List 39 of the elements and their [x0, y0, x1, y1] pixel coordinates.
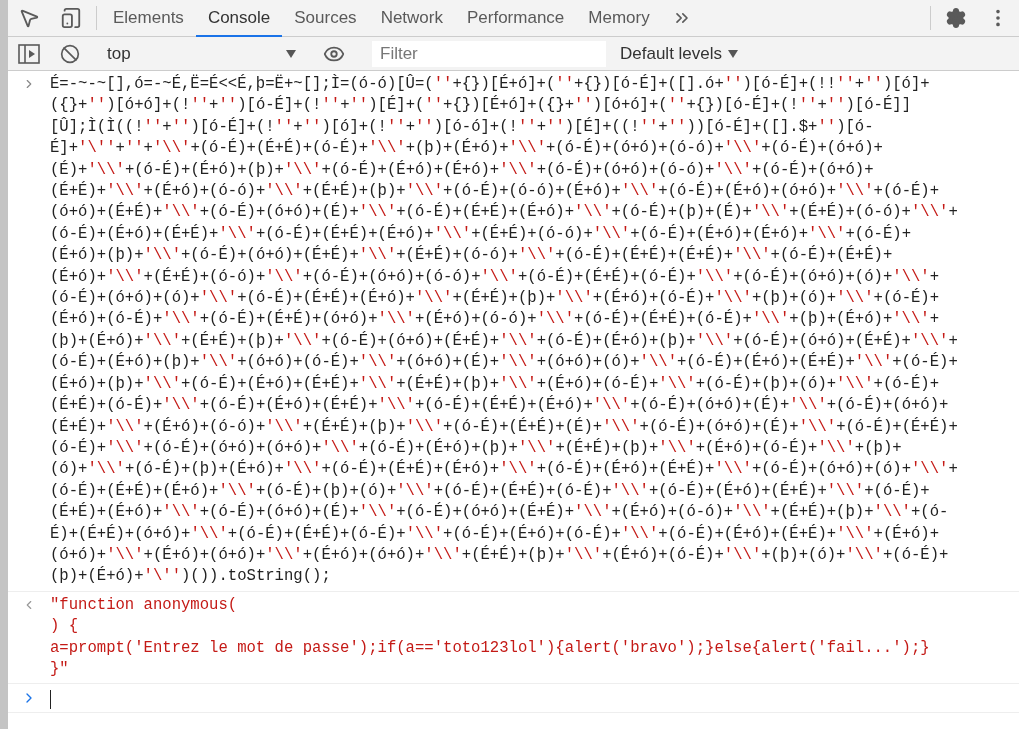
levels-dropdown[interactable]: Default levels: [614, 43, 745, 64]
panel-tab[interactable]: Elements: [101, 0, 196, 37]
text-cursor[interactable]: [50, 690, 51, 710]
code-line: (É+É)+'\\'+(É+ó)+(ó-ó)+'\\'+(É+É)+(þ)+'\\'+(ó-É)+(ó-ó)+(É+ó)+'\\'+(ó-É)+(É+ó)+(ó+ó)+'\\'+(ó-É)+: [50, 181, 941, 202]
code-line: (É)+'\\'+(ó-É)+(É+ó)+(þ)+'\\'+(ó-É)+(É+ó)+(É+ó)+'\\'+(ó-É)+(ó+ó)+(ó-ó)+'\\'+(ó-É)+(ó+ó)+: [50, 159, 875, 181]
filter-field[interactable]: Filter: [372, 40, 606, 67]
code-line: (É+É)+'\\'+(É+ó)+(ó-ó)+'\\'+(É+É)+(þ)+'\\'+(ó-É)+(É+É)+(É)+'\\'+(ó-É)+(ó+ó)+(É)+'\\'+(ó-É)+(É+É)+: [50, 416, 958, 438]
result-line: "function anonymous(: [50, 594, 239, 616]
code-line: (ó-É)+'\\'+(ó-É)+(ó+ó)+(ó+ó)+'\\'+(ó-É)+(É+ó)+(þ)+'\\'+(É+É)+(þ)+'\\'+(É+ó)+(ó-É)+'\\'+(þ)+: [50, 437, 903, 459]
result-line: ) {: [50, 616, 80, 638]
code-line: É]+'\''+''+'\\'+(ó-É)+(É+É)+(ó-É)+'\\'+(þ)+(É+ó)+'\\'+(ó-É)+(ó+ó)+(ó-ó)+'\\'+(ó-É)+(ó+ó)+: [50, 138, 884, 160]
code-line: (É+ó)+(ó-É)+'\\'+(ó-É)+(É+É)+(ó+ó)+'\\'+(É+ó)+(ó-ó)+'\\'+(ó-É)+(É+É)+(ó-É)+'\\'+(þ)+(É+ó)+'\\'+: [50, 309, 941, 331]
code-line: (ó-É)+(É+ó)+(É+É)+'\\'+(ó-É)+(É+É)+(É+ó)+'\\'+(É+É)+(ó-ó)+'\\'+(ó-É)+(É+ó)+(É+ó)+'\\'+(ó-É)+: [50, 223, 912, 245]
code-line: (É+É)+(ó-É)+'\\'+(ó-É)+(É+ó)+(É+É)+'\\'+(ó-É)+(É+É)+(É+ó)+'\\'+(ó-É)+(ó+ó)+(É)+'\\'+(ó-É)+(ó+ó)+: [50, 395, 950, 417]
code-line: (ó-É)+(É+ó)+(þ)+'\\'+(ó+ó)+(ó-É)+'\\'+(ó+ó)+(É)+'\\'+(ó+ó)+(ó)+'\\'+(ó-É)+(É+ó)+(É+É)+'\\'+(ó-É)+: [50, 352, 958, 374]
dropdown-caret-icon: [286, 49, 296, 58]
code-line: (ó+ó)+'\\'+(É+ó)+(ó+ó)+'\\'+(É+ó)+(ó+ó)+'\\'+(É+É)+(þ)+'\\'+(É+ó)+(ó-É)+'\\'+(þ)+(ó)+'\\'+(ó-É)+: [50, 544, 950, 566]
code-line: (ó+ó)+(É+É)+'\\'+(ó-É)+(ó+ó)+(É)+'\\'+(ó-É)+(É+É)+(É+ó)+'\\'+(ó-É)+(þ)+(É)+'\\'+(É+É)+(ó-ó)+'\\'+: [50, 202, 958, 224]
panel-tab[interactable]: Performance: [455, 0, 577, 37]
code-line: ({}+'')[ó+ó]+(!''+'')[ó-É]+(!''+'')[É]+(''+{})[É+ó]+({}+'')[ó+ó]+(''+{})[ó-É]+(!''+'')[ó-É]]: [50, 95, 913, 117]
result-line: a=prompt('Entrez le mot de passe');if(a=='toto123lol'){alert('bravo');}else{alert('fail...');}: [50, 637, 930, 659]
code-line: (É+ó)+(þ)+'\\'+(ó-É)+(ó+ó)+(É+É)+'\\'+(É+É)+(ó-ó)+'\\'+(ó-É)+(É+É)+(É+É)+'\\'+(ó-É)+(É+É)+: [50, 245, 894, 267]
panel-tab[interactable]: Sources: [282, 0, 369, 37]
code-line: (É+ó)+(þ)+'\\'+(ó-É)+(É+ó)+(É+É)+'\\'+(É+É)+(þ)+'\\'+(É+ó)+(ó-É)+'\\'+(ó-É)+(þ)+(ó)+'\\'+(ó-É)+: [50, 373, 941, 395]
code-line: (ó-É)+(É+É)+(É+ó)+'\\'+(ó-É)+(þ)+(ó)+'\\'+(ó-É)+(É+É)+(ó-É)+'\\'+(ó-É)+(É+ó)+(É+É)+'\\'+(ó-É)+: [50, 480, 931, 502]
code-line: [Û];Ì(Ì((!''+'')[ó-É]+(!''+'')[ó]+(!''+'')[ó-ó]+(!''+'')[É]+((!''+''))[ó-É]+([].$+'')[ó-: [50, 116, 875, 138]
panel-tab[interactable]: Network: [368, 0, 455, 37]
dropdown-caret-icon: [728, 49, 739, 58]
code-line: É)+(É+É)+(ó+ó)+'\\'+(ó-É)+(É+É)+(ó-É)+'\\'+(ó-É)+(É+ó)+(ó-É)+'\\'+(ó-É)+(É+ó)+(É+É)+'\\'+(É+ó)+: [50, 523, 941, 545]
code-line: É=-~-~[],ó=-~É,Ë=É<<É,þ=Ë+~[];Ì=(ó-ó)[Û=(''+{})[É+ó]+(''+{})[ó-É]+([].ó+'')[ó-É]+(!!''+'')[ó]+: [50, 74, 931, 95]
code-line: (þ)+(É+ó)+'\\'+(É+É)+(þ)+'\\'+(ó-É)+(ó+ó)+(É+É)+'\\'+(ó-É)+(É+ó)+(þ)+'\\'+(ó-É)+(ó+ó)+(É+É)+'\\'+: [50, 330, 958, 352]
panel-tab[interactable]: Memory: [576, 0, 662, 37]
code-line: (ó)+'\\'+(ó-É)+(þ)+(É+ó)+'\\'+(ó-É)+(É+É)+(É+ó)+'\\'+(ó-É)+(É+ó)+(É+É)+'\\'+(ó-É)+(ó+ó)+(ó)+'\\'+: [50, 459, 958, 481]
context-select[interactable]: top: [99, 43, 304, 64]
code-line: (ó-É)+(ó+ó)+(ó)+'\\'+(ó-É)+(É+É)+(É+ó)+'\\'+(É+É)+(þ)+'\\'+(É+ó)+(ó-É)+'\\'+(þ)+(ó)+'\\'+(ó-É)+: [50, 288, 941, 309]
code-line: (þ)+(É+ó)+'\'')()).toString();: [50, 566, 332, 588]
code-line: (É+É)+(É+ó)+'\\'+(ó-É)+(ó+ó)+(É)+'\\'+(ó-É)+(ó+ó)+(É+É)+'\\'+(É+ó)+(ó-ó)+'\\'+(É+É)+(þ)+'\\'+(ó-: [50, 502, 950, 524]
result-line: }": [50, 658, 70, 680]
code-line: (É+ó)+'\\'+(É+É)+(ó-ó)+'\\'+(ó-É)+(ó+ó)+(ó-ó)+'\\'+(ó-É)+(É+É)+(ó-É)+'\\'+(ó-É)+(ó+ó)+(ó)+'\\'+: [50, 266, 941, 288]
